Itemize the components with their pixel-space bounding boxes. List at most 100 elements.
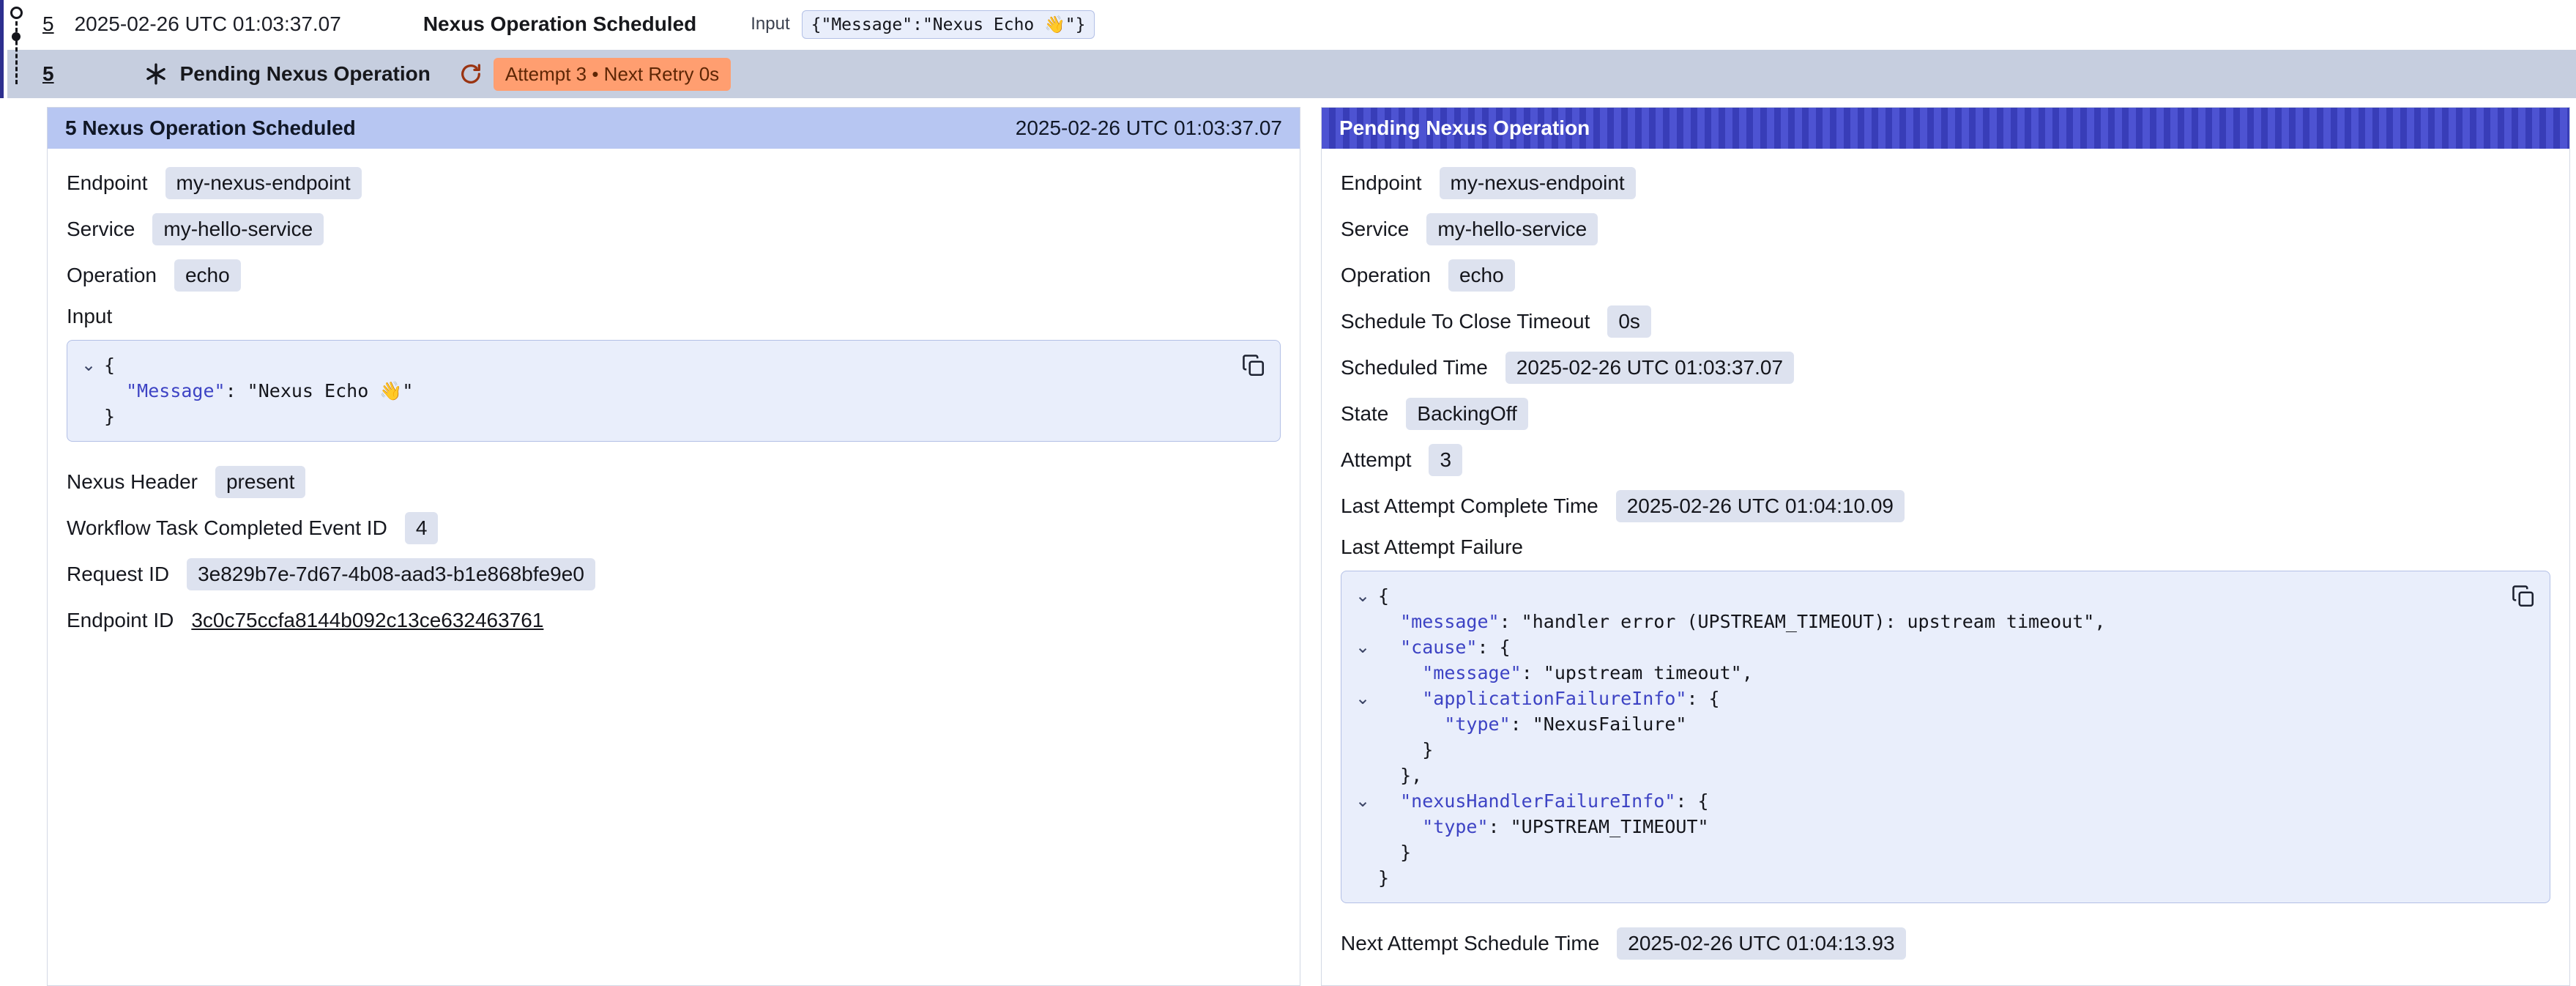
code-text: "type": "UPSTREAM_TIMEOUT": [1378, 814, 1709, 839]
field-label: Last Attempt Complete Time: [1341, 494, 1598, 518]
field-label: Nexus Header: [67, 470, 198, 494]
collapse-chevron-icon[interactable]: ⌄: [1347, 686, 1378, 711]
field-value-link[interactable]: 3c0c75ccfa8144b092c13ce632463761: [191, 609, 543, 632]
retry-arrow-icon: [458, 62, 483, 86]
failure-json-block: ⌄{ "message": "handler error (UPSTREAM_T…: [1341, 571, 2550, 903]
field-value-chip: 2025-02-26 UTC 01:03:37.07: [1505, 352, 1794, 384]
field-value-chip: 3: [1429, 444, 1462, 476]
scheduled-fields-top: Endpoint my-nexus-endpoint Servicemy-hello…: [67, 166, 1281, 292]
field-value-chip: 2025-02-26 UTC 01:04:10.09: [1616, 490, 1905, 522]
collapse-chevron-icon[interactable]: ⌄: [1347, 583, 1378, 609]
timeline-connector-dashed: [15, 21, 18, 84]
code-text: {: [1378, 583, 1389, 609]
copy-button[interactable]: [2507, 580, 2539, 612]
json-line: "type": "UPSTREAM_TIMEOUT": [1347, 814, 2498, 839]
detail-field-row: Operationecho: [67, 259, 1281, 292]
timeline-node-circle: [10, 7, 23, 19]
code-text: }: [1378, 737, 1433, 763]
json-line: }: [1347, 737, 2498, 763]
json-line: ⌄{: [1347, 583, 2498, 609]
detail-field-row: Next Attempt Schedule Time 2025-02-26 UTC…: [1341, 927, 2550, 960]
input-section-label: Input: [67, 305, 1281, 328]
scheduled-panel-header: 5 Nexus Operation Scheduled 2025-02-26 U…: [48, 108, 1300, 149]
field-value-chip: present: [215, 466, 305, 498]
field-label: Endpoint: [67, 171, 148, 195]
event-detail-panels: 5 Nexus Operation Scheduled 2025-02-26 U…: [47, 107, 2570, 986]
code-text: }: [1378, 865, 1389, 891]
copy-icon: [2510, 583, 2536, 609]
code-text: "applicationFailureInfo": {: [1378, 686, 1720, 711]
event-row-pending-nexus-operation[interactable]: 5 Pending Nexus Operation Attempt 3 • Ne…: [7, 50, 2576, 98]
failure-json-lines: ⌄{ "message": "handler error (UPSTREAM_T…: [1347, 583, 2498, 891]
field-value-chip: my-nexus-endpoint: [1440, 167, 1636, 199]
detail-field-row: Nexus Header present: [67, 465, 1281, 499]
code-text: "message": "upstream timeout",: [1378, 660, 1753, 686]
detail-field-row: StateBackingOff: [1341, 397, 2550, 431]
json-line: ⌄ "applicationFailureInfo": {: [1347, 686, 2498, 711]
field-value-chip: 4: [405, 512, 439, 544]
detail-field-row: Last Attempt Complete Time 2025-02-26 UTC…: [1341, 489, 2550, 523]
detail-field-row: Endpoint my-nexus-endpoint: [1341, 166, 2550, 200]
input-json-block: ⌄{ "Message": "Nexus Echo 👋"}: [67, 340, 1281, 442]
json-line: "message": "handler error (UPSTREAM_TIME…: [1347, 609, 2498, 634]
field-label: Attempt: [1341, 448, 1411, 472]
code-gutter: [1347, 609, 1378, 634]
field-value-chip: my-nexus-endpoint: [165, 167, 362, 199]
panel-pending-nexus-operation: Pending Nexus Operation Endpoint my-nexus…: [1321, 107, 2570, 986]
code-text: "nexusHandlerFailureInfo": {: [1378, 788, 1709, 814]
detail-field-row: Servicemy-hello-service: [67, 212, 1281, 246]
event-id-link[interactable]: 5: [42, 62, 54, 86]
field-value-chip: 0s: [1607, 305, 1651, 338]
field-label: Next Attempt Schedule Time: [1341, 932, 1599, 955]
code-text: }: [104, 404, 115, 429]
field-label: Endpoint ID: [67, 609, 174, 632]
json-line: }: [1347, 839, 2498, 865]
code-gutter: [1347, 814, 1378, 839]
json-line: }: [73, 404, 1229, 429]
collapse-chevron-icon[interactable]: ⌄: [73, 352, 104, 378]
code-gutter: [1347, 711, 1378, 737]
field-value-chip: 3e829b7e-7d67-4b08-aad3-b1e868bfe9e0: [187, 558, 595, 590]
event-timestamp: 2025-02-26 UTC 01:03:37.07: [75, 12, 341, 36]
json-line: ⌄ "cause": {: [1347, 634, 2498, 660]
field-label: Endpoint: [1341, 171, 1422, 195]
field-value-chip: BackingOff: [1406, 398, 1527, 430]
detail-field-row: Workflow Task Completed Event ID 4: [67, 511, 1281, 545]
detail-field-row: Service my-hello-service: [1341, 212, 2550, 246]
code-text: },: [1378, 763, 1422, 788]
pending-event-title: Pending Nexus Operation: [180, 62, 431, 86]
field-label: Service: [1341, 218, 1409, 241]
detail-field-row: Endpoint ID 3c0c75ccfa8144b092c13ce632463…: [67, 604, 1281, 637]
json-line: ⌄{: [73, 352, 1229, 378]
detail-field-row: Attempt 3: [1341, 443, 2550, 477]
json-line: ⌄ "nexusHandlerFailureInfo": {: [1347, 788, 2498, 814]
copy-icon: [1240, 352, 1267, 379]
code-gutter: [73, 378, 104, 404]
event-input-label: Input: [751, 14, 789, 34]
pending-asterisk-icon: [144, 62, 168, 86]
field-value-chip: 2025-02-26 UTC 01:04:13.93: [1617, 927, 1905, 960]
panel-nexus-operation-scheduled: 5 Nexus Operation Scheduled 2025-02-26 U…: [47, 107, 1300, 986]
field-label: Schedule To Close Timeout: [1341, 310, 1590, 333]
field-label: Operation: [1341, 264, 1431, 287]
json-line: "Message": "Nexus Echo 👋": [73, 378, 1229, 404]
field-value-chip: my-hello-service: [1426, 213, 1598, 245]
event-id-link[interactable]: 5: [42, 12, 54, 36]
collapse-chevron-icon[interactable]: ⌄: [1347, 788, 1378, 814]
field-label: Operation: [67, 264, 157, 287]
field-label: Service: [67, 218, 135, 241]
pending-panel-title: Pending Nexus Operation: [1339, 116, 1590, 140]
json-line: "type": "NexusFailure": [1347, 711, 2498, 737]
detail-field-row: Scheduled Time2025-02-26 UTC 01:03:37.07: [1341, 351, 2550, 385]
scheduled-panel-title: 5 Nexus Operation Scheduled: [65, 116, 356, 140]
code-text: "message": "handler error (UPSTREAM_TIME…: [1378, 609, 2105, 634]
failure-section-label: Last Attempt Failure: [1341, 535, 2550, 559]
event-row-nexus-operation-scheduled[interactable]: 5 2025-02-26 UTC 01:03:37.07 Nexus Opera…: [0, 0, 2576, 48]
scheduled-fields-bottom: Nexus Header present Workflow Task Complet…: [67, 465, 1281, 637]
scheduled-panel-body: Endpoint my-nexus-endpoint Servicemy-hello…: [48, 149, 1300, 667]
copy-button[interactable]: [1237, 349, 1270, 382]
field-label: Workflow Task Completed Event ID: [67, 516, 387, 540]
json-line: "message": "upstream timeout",: [1347, 660, 2498, 686]
input-json-lines: ⌄{ "Message": "Nexus Echo 👋"}: [73, 352, 1229, 429]
collapse-chevron-icon[interactable]: ⌄: [1347, 634, 1378, 660]
